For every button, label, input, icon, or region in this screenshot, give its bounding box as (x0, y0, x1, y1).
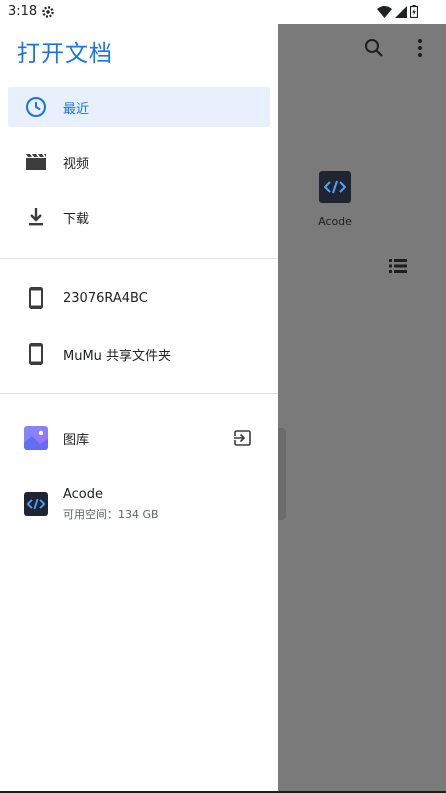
movie-icon (24, 150, 48, 174)
nav-item-shared-folder[interactable]: MuMu 共享文件夹 (0, 334, 278, 374)
gear-icon (42, 6, 54, 18)
acode-icon (319, 171, 351, 203)
battery-icon (410, 5, 418, 18)
nav-item-recent[interactable]: 最近 (0, 87, 278, 127)
nav-item-gallery[interactable]: 图库 (0, 418, 278, 458)
nav-item-label: MuMu 共享文件夹 (63, 348, 172, 364)
storage-subtitle: 可用空间：134 GB (63, 508, 159, 521)
nav-item-label: 23076RA4BC (63, 290, 148, 306)
signal-icon (395, 5, 407, 18)
phone-icon (24, 286, 48, 310)
nav-item-label: Acode (63, 487, 104, 502)
download-icon (24, 205, 48, 229)
status-time: 3:18 (8, 4, 38, 19)
status-bar: 3:18 (0, 0, 446, 24)
nav-item-label: 下载 (63, 211, 90, 227)
nav-item-device[interactable]: 23076RA4BC (0, 278, 278, 318)
divider (0, 258, 278, 259)
nav-item-acode[interactable]: Acode 可用空间：134 GB (0, 482, 278, 526)
nav-item-label: 图库 (63, 432, 90, 448)
acode-icon (24, 492, 48, 516)
navigation-drawer: 打开文档 最近 视频 下载 23076RA4BC MuMu 共享文件夹 图库 A… (0, 24, 278, 793)
more-vert-icon[interactable] (408, 36, 432, 60)
eject-icon[interactable] (233, 428, 253, 448)
drawer-title: 打开文档 (17, 41, 113, 67)
search-icon[interactable] (362, 36, 386, 60)
divider (0, 393, 278, 394)
clock-icon (24, 95, 48, 119)
list-view-icon[interactable] (388, 257, 408, 275)
nav-item-label: 视频 (63, 156, 90, 172)
acode-tile[interactable]: Acode (306, 171, 364, 228)
scroll-handle (278, 428, 286, 520)
wifi-icon (377, 5, 392, 18)
tile-label: Acode (318, 215, 352, 228)
scrim-overlay[interactable] (278, 24, 446, 793)
nav-item-downloads[interactable]: 下载 (0, 197, 278, 237)
phone-icon (24, 342, 48, 366)
gallery-icon (24, 426, 48, 450)
nav-item-label: 最近 (63, 101, 90, 117)
nav-item-videos[interactable]: 视频 (0, 142, 278, 182)
